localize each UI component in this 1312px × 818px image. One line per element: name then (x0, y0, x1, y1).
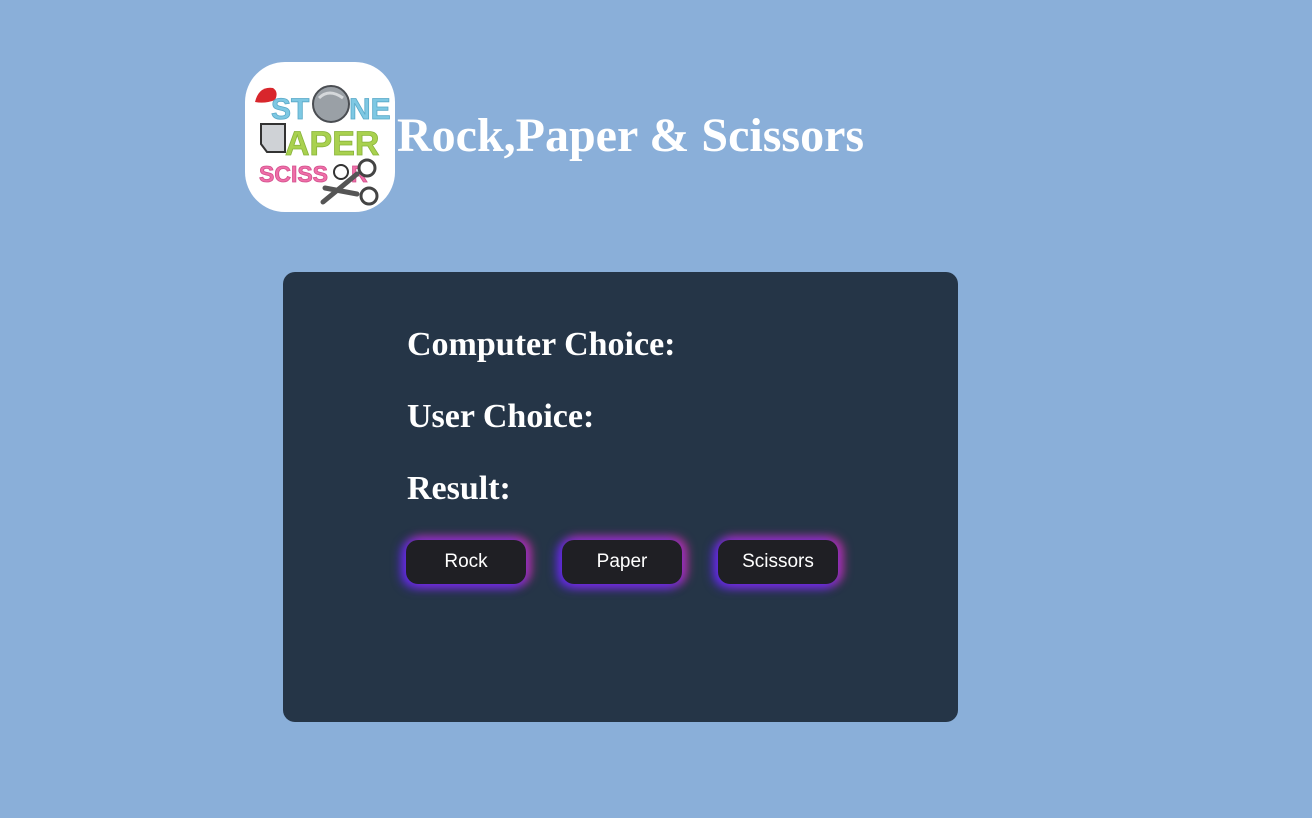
page-title: Rock,Paper & Scissors (397, 108, 865, 162)
svg-text:APER: APER (285, 125, 379, 163)
app-logo: ST NE APER SCISS R (245, 62, 395, 212)
svg-text:SCISS: SCISS (259, 161, 328, 187)
computer-choice-line: Computer Choice: (407, 326, 684, 364)
result-line: Result: (407, 470, 519, 508)
user-choice-line: User Choice: (407, 398, 602, 436)
paper-button[interactable]: Paper (562, 540, 682, 584)
rock-button[interactable]: Rock (406, 540, 526, 584)
header: ST NE APER SCISS R Rock,Paper & Scissors (245, 62, 864, 212)
scissors-button[interactable]: Scissors (718, 540, 838, 584)
game-panel: Computer Choice: User Choice: Result: Ro… (283, 272, 958, 722)
user-choice-label: User Choice: (407, 398, 595, 435)
result-label: Result: (407, 470, 511, 507)
computer-choice-label: Computer Choice: (407, 326, 676, 363)
choice-buttons: Rock Paper Scissors (406, 540, 838, 584)
svg-text:ST: ST (271, 93, 309, 126)
svg-text:NE: NE (349, 93, 391, 126)
